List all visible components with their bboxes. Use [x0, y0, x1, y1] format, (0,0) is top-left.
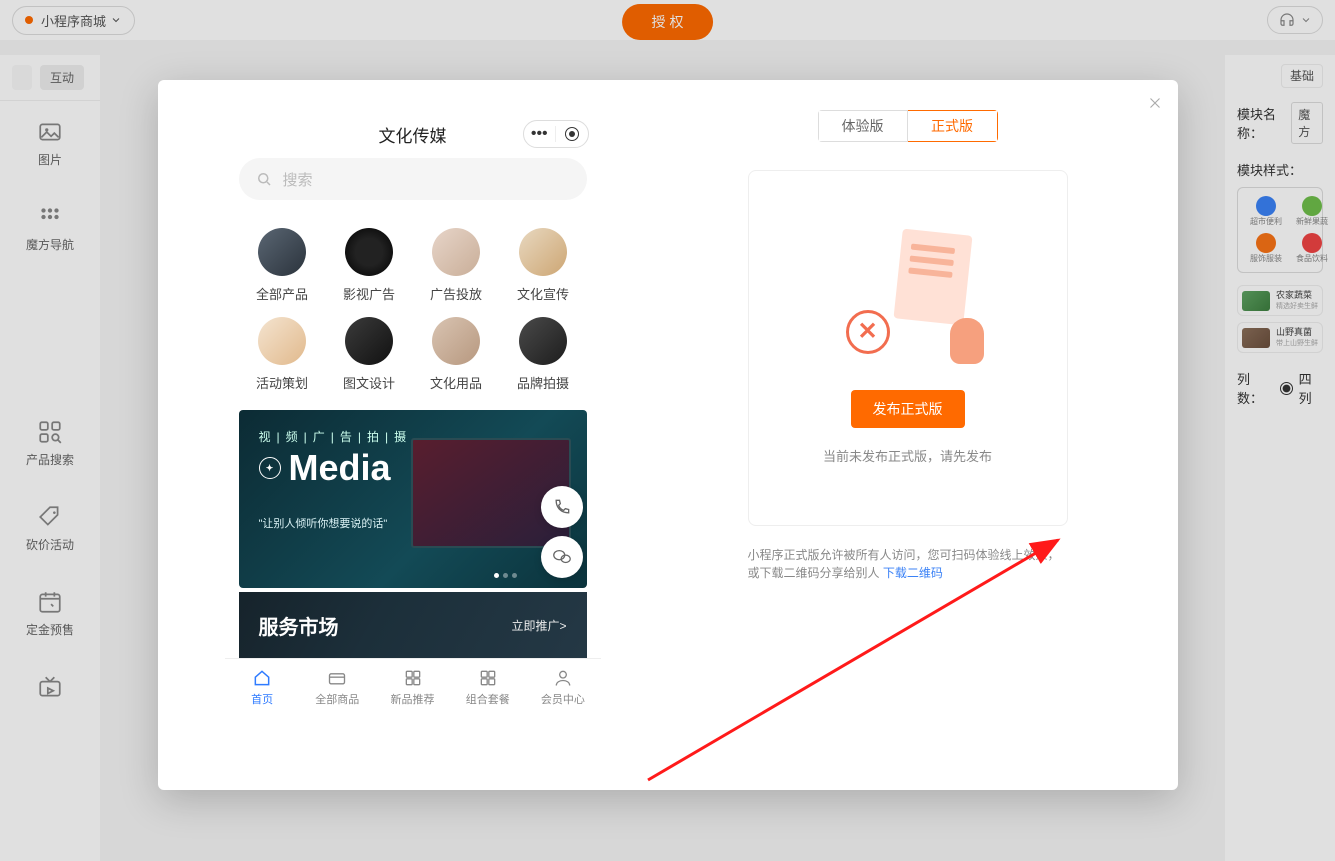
empty-state-illustration: ✕	[838, 232, 978, 372]
category-item[interactable]: 文化宣传	[500, 228, 587, 303]
tab-label: 全部商品	[315, 691, 359, 707]
category-item[interactable]: 文化用品	[413, 317, 500, 392]
tab-3[interactable]: 组合套餐	[450, 659, 525, 716]
phone-preview: 文化传媒 ••• 搜索 全部产品 影视广告 广告投放 文化宣传活动策划 图文设计 文化用品…	[225, 110, 601, 716]
capsule-close-icon[interactable]	[556, 127, 588, 141]
phone-tabbar: 首页 全部商品 新品推荐 组合套餐 会员中心	[225, 658, 601, 716]
dot[interactable]	[512, 573, 517, 578]
category-item[interactable]: 图文设计	[326, 317, 413, 392]
modal-overlay: 文化传媒 ••• 搜索 全部产品 影视广告 广告投放 文化宣传活动策划 图文设计 文化用品…	[0, 0, 1335, 861]
tab-release[interactable]: 正式版	[908, 110, 998, 142]
publish-status-box: ✕ 发布正式版 当前未发布正式版，请先发布	[748, 170, 1068, 526]
category-label: 品牌拍摄	[517, 373, 569, 392]
category-item[interactable]: 全部产品	[239, 228, 326, 303]
category-grid: 全部产品 影视广告 广告投放 文化宣传活动策划 图文设计 文化用品 品牌拍摄	[225, 214, 601, 410]
service-title: 服务市场	[259, 611, 339, 640]
tab-label: 组合套餐	[466, 691, 510, 707]
phone-preview-wrap: 文化传媒 ••• 搜索 全部产品 影视广告 广告投放 文化宣传活动策划 图文设计 文化用品…	[158, 80, 668, 790]
category-label: 图文设计	[343, 373, 395, 392]
service-cta: 立即推广>	[511, 617, 566, 634]
category-label: 文化用品	[430, 373, 482, 392]
phone-header: 文化传媒 •••	[225, 110, 601, 158]
tab-4[interactable]: 会员中心	[525, 659, 600, 716]
category-item[interactable]: 活动策划	[239, 317, 326, 392]
tab-icon	[403, 668, 423, 688]
float-wechat-button[interactable]	[541, 536, 583, 578]
tab-2[interactable]: 新品推荐	[375, 659, 450, 716]
search-placeholder: 搜索	[283, 169, 313, 190]
category-label: 广告投放	[430, 284, 482, 303]
tab-0[interactable]: 首页	[225, 659, 300, 716]
category-item[interactable]: 影视广告	[326, 228, 413, 303]
category-icon	[345, 317, 393, 365]
category-icon	[258, 228, 306, 276]
tab-icon	[553, 668, 573, 688]
tab-icon	[252, 668, 272, 688]
wechat-icon	[551, 546, 573, 568]
search-icon	[255, 170, 273, 188]
phone-icon	[552, 497, 572, 517]
tab-trial[interactable]: 体验版	[818, 110, 908, 142]
category-item[interactable]: 品牌拍摄	[500, 317, 587, 392]
category-icon	[519, 228, 567, 276]
category-label: 活动策划	[256, 373, 308, 392]
error-x-icon: ✕	[846, 310, 890, 354]
category-item[interactable]: 广告投放	[413, 228, 500, 303]
category-icon	[432, 228, 480, 276]
media-banner[interactable]: 视|频|广|告|拍|摄 ✦ Media "让别人倾听你想要说的话"	[239, 410, 587, 588]
publish-panel: 体验版 正式版 ✕ 发布正式版 当前未发布正式版，请先发布 小程序正式版允许被所…	[668, 80, 1178, 790]
tab-label: 首页	[251, 691, 273, 707]
mini-program-capsule[interactable]: •••	[523, 120, 589, 148]
publish-description: 小程序正式版允许被所有人访问，您可扫码体验线上效果，或下载二维码分享给别人 下载…	[748, 546, 1068, 582]
category-label: 影视广告	[343, 284, 395, 303]
tab-1[interactable]: 全部商品	[300, 659, 375, 716]
tab-icon	[478, 668, 498, 688]
publish-release-button[interactable]: 发布正式版	[851, 390, 965, 428]
category-icon	[519, 317, 567, 365]
close-button[interactable]	[1146, 94, 1164, 117]
search-input[interactable]: 搜索	[239, 158, 587, 200]
carousel-dots	[494, 573, 517, 578]
category-icon	[432, 317, 480, 365]
download-qrcode-link[interactable]: 下载二维码	[883, 566, 943, 580]
version-tabs: 体验版 正式版	[818, 110, 998, 142]
category-icon	[345, 228, 393, 276]
tab-label: 会员中心	[541, 691, 585, 707]
capsule-menu-icon[interactable]: •••	[524, 125, 556, 143]
category-icon	[258, 317, 306, 365]
float-phone-button[interactable]	[541, 486, 583, 528]
tab-label: 新品推荐	[391, 691, 435, 707]
film-reel-icon: ✦	[259, 457, 281, 479]
service-market-bar[interactable]: 服务市场 立即推广>	[239, 592, 587, 658]
publish-modal: 文化传媒 ••• 搜索 全部产品 影视广告 广告投放 文化宣传活动策划 图文设计 文化用品…	[158, 80, 1178, 790]
category-label: 全部产品	[256, 284, 308, 303]
category-label: 文化宣传	[517, 284, 569, 303]
dot[interactable]	[494, 573, 499, 578]
phone-title: 文化传媒	[379, 122, 447, 147]
publish-status-text: 当前未发布正式版，请先发布	[823, 446, 992, 465]
search-wrap: 搜索	[225, 158, 601, 214]
close-icon	[1146, 94, 1164, 112]
tab-icon	[327, 668, 347, 688]
dot[interactable]	[503, 573, 508, 578]
